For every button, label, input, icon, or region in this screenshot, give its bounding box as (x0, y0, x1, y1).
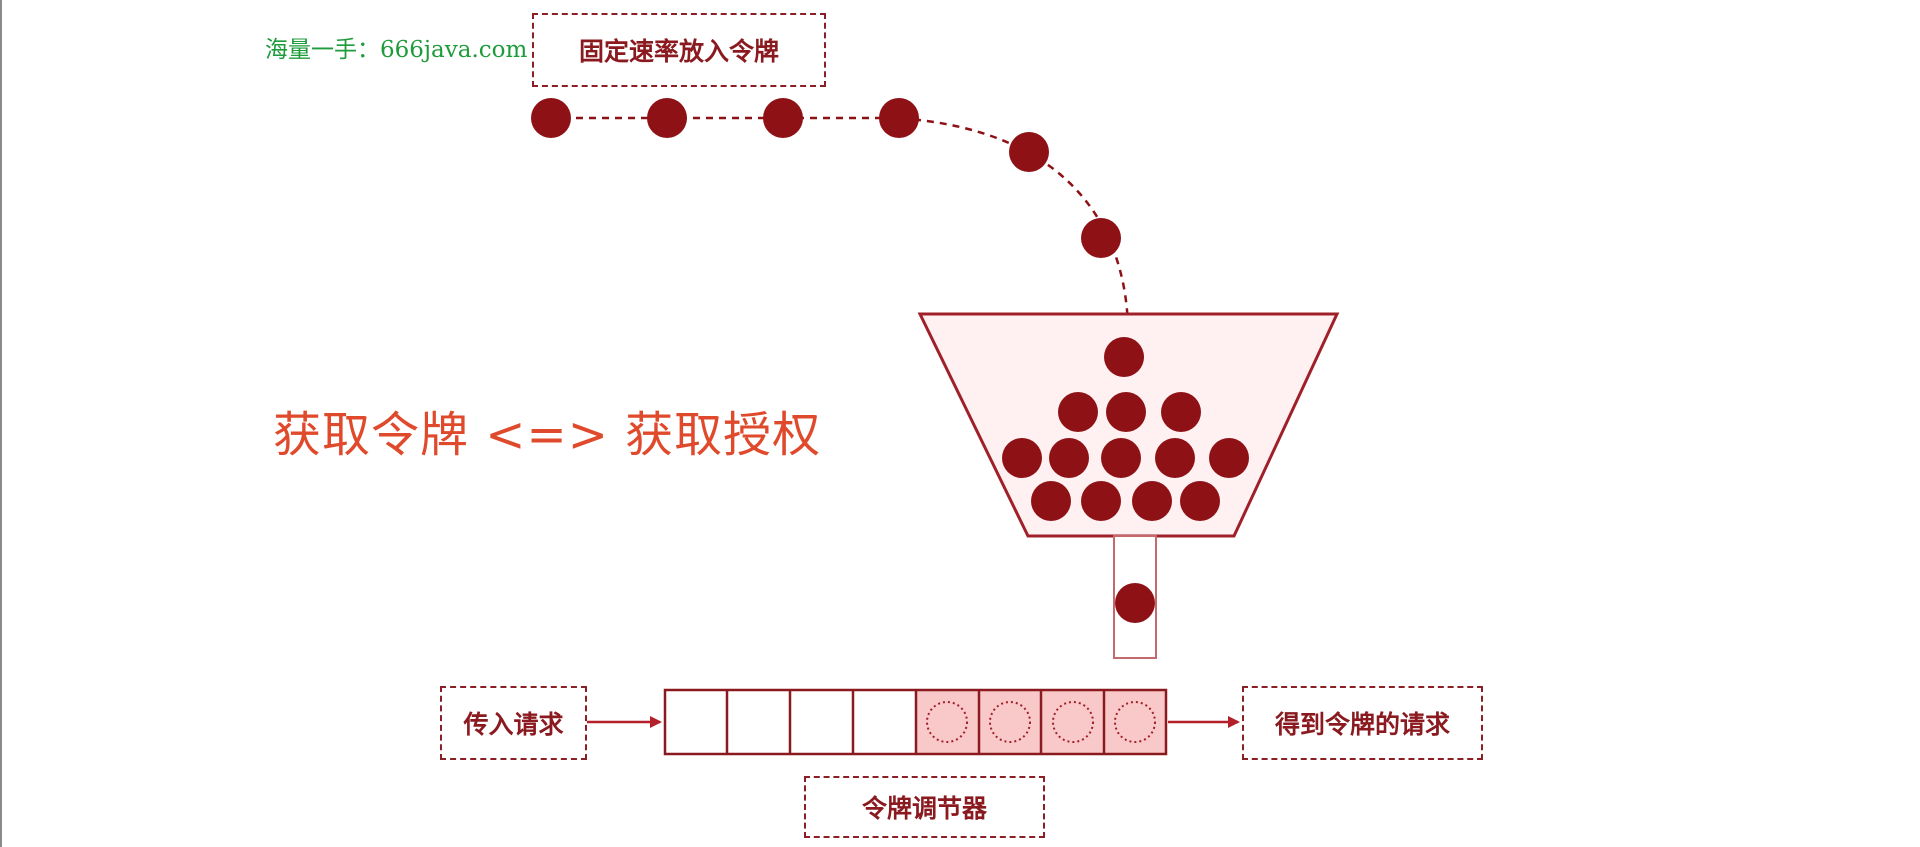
bucket-token (1161, 392, 1201, 432)
bucket-token (1049, 438, 1089, 478)
falling-token (647, 98, 687, 138)
token-bucket-diagram (531, 98, 1340, 756)
bucket-token (1104, 337, 1144, 377)
falling-token (763, 98, 803, 138)
falling-token (879, 98, 919, 138)
falling-token (1081, 218, 1121, 258)
bucket-token (1132, 481, 1172, 521)
falling-token (531, 98, 571, 138)
bucket-token (1058, 392, 1098, 432)
bucket-token (1101, 438, 1141, 478)
bucket-token (1106, 392, 1146, 432)
spout-token (1115, 583, 1155, 623)
bucket-token (1081, 481, 1121, 521)
bucket-token (1209, 438, 1249, 478)
bucket-token (1031, 481, 1071, 521)
falling-token (1009, 132, 1049, 172)
bucket-token (1180, 481, 1220, 521)
bucket-token (1155, 438, 1195, 478)
bucket-token (1002, 438, 1042, 478)
